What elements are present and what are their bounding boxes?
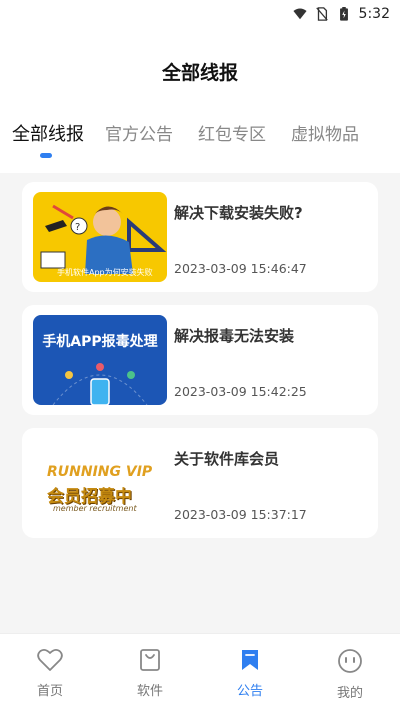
post-thumbnail: RUNNING VIP 会员招募中 member recruitment xyxy=(33,438,167,528)
post-title: 解决下载安装失败? xyxy=(174,204,303,222)
status-time: 5:32 xyxy=(358,6,390,22)
header: 全部线报 全部线报 官方公告 红包专区 虚拟物品 xyxy=(0,28,400,173)
post-title: 关于软件库会员 xyxy=(174,450,280,468)
bookmark-icon xyxy=(242,650,258,670)
wifi-icon xyxy=(292,8,307,20)
thumbnail-caption: member recruitment xyxy=(53,504,137,513)
tabbar-item-mine[interactable]: 我的 xyxy=(300,648,400,701)
bag-icon xyxy=(140,649,160,671)
post-card[interactable]: RUNNING VIP 会员招募中 member recruitment 关于软… xyxy=(22,428,378,538)
tab-all-news[interactable]: 全部线报 xyxy=(12,120,84,146)
svg-text:?: ? xyxy=(75,222,80,233)
page-title: 全部线报 xyxy=(161,62,238,84)
thumbnail-caption: RUNNING VIP xyxy=(47,464,153,480)
phone-illustration xyxy=(52,363,148,405)
post-thumbnail: ? 手机软件App为何安装失败 xyxy=(33,192,167,282)
smile-icon xyxy=(338,649,362,673)
tab-official-notice[interactable]: 官方公告 xyxy=(105,120,173,145)
tabbar-item-software[interactable]: 软件 xyxy=(100,648,200,699)
status-bar: 5:32 xyxy=(0,0,400,28)
tab-red-packet[interactable]: 红包专区 xyxy=(198,120,266,145)
tabbar-label: 公告 xyxy=(236,684,263,699)
tab-indicator xyxy=(40,153,52,158)
heart-icon xyxy=(37,648,63,671)
category-tabs: 全部线报 官方公告 红包专区 虚拟物品 xyxy=(0,120,400,160)
post-card[interactable]: 手机APP报毒处理 解决报毒无法安装 2023-03-09 15:42:25 xyxy=(22,305,378,415)
no-sim-icon xyxy=(315,7,328,21)
tab-virtual-goods[interactable]: 虚拟物品 xyxy=(291,120,359,145)
post-card[interactable]: ? 手机软件App为何安装失败 解决下载安装失败? 2023-03-09 15:… xyxy=(22,182,378,292)
thumbnail-caption: 手机软件App为何安装失败 xyxy=(57,268,153,277)
battery-charging-icon xyxy=(339,7,348,21)
post-time: 2023-03-09 15:46:47 xyxy=(174,261,307,276)
tabbar-item-notice[interactable]: 公告 xyxy=(200,648,300,699)
tabbar-label: 我的 xyxy=(336,686,363,701)
post-time: 2023-03-09 15:42:25 xyxy=(174,384,307,399)
post-thumbnail: 手机APP报毒处理 xyxy=(33,315,167,405)
bottom-tab-bar: 首页 软件 公告 我的 xyxy=(0,633,400,711)
post-title: 解决报毒无法安装 xyxy=(174,327,295,345)
tabbar-item-home[interactable]: 首页 xyxy=(0,648,100,699)
tabbar-label: 首页 xyxy=(36,684,63,699)
post-time: 2023-03-09 15:37:17 xyxy=(174,507,307,522)
tabbar-label: 软件 xyxy=(136,684,163,699)
